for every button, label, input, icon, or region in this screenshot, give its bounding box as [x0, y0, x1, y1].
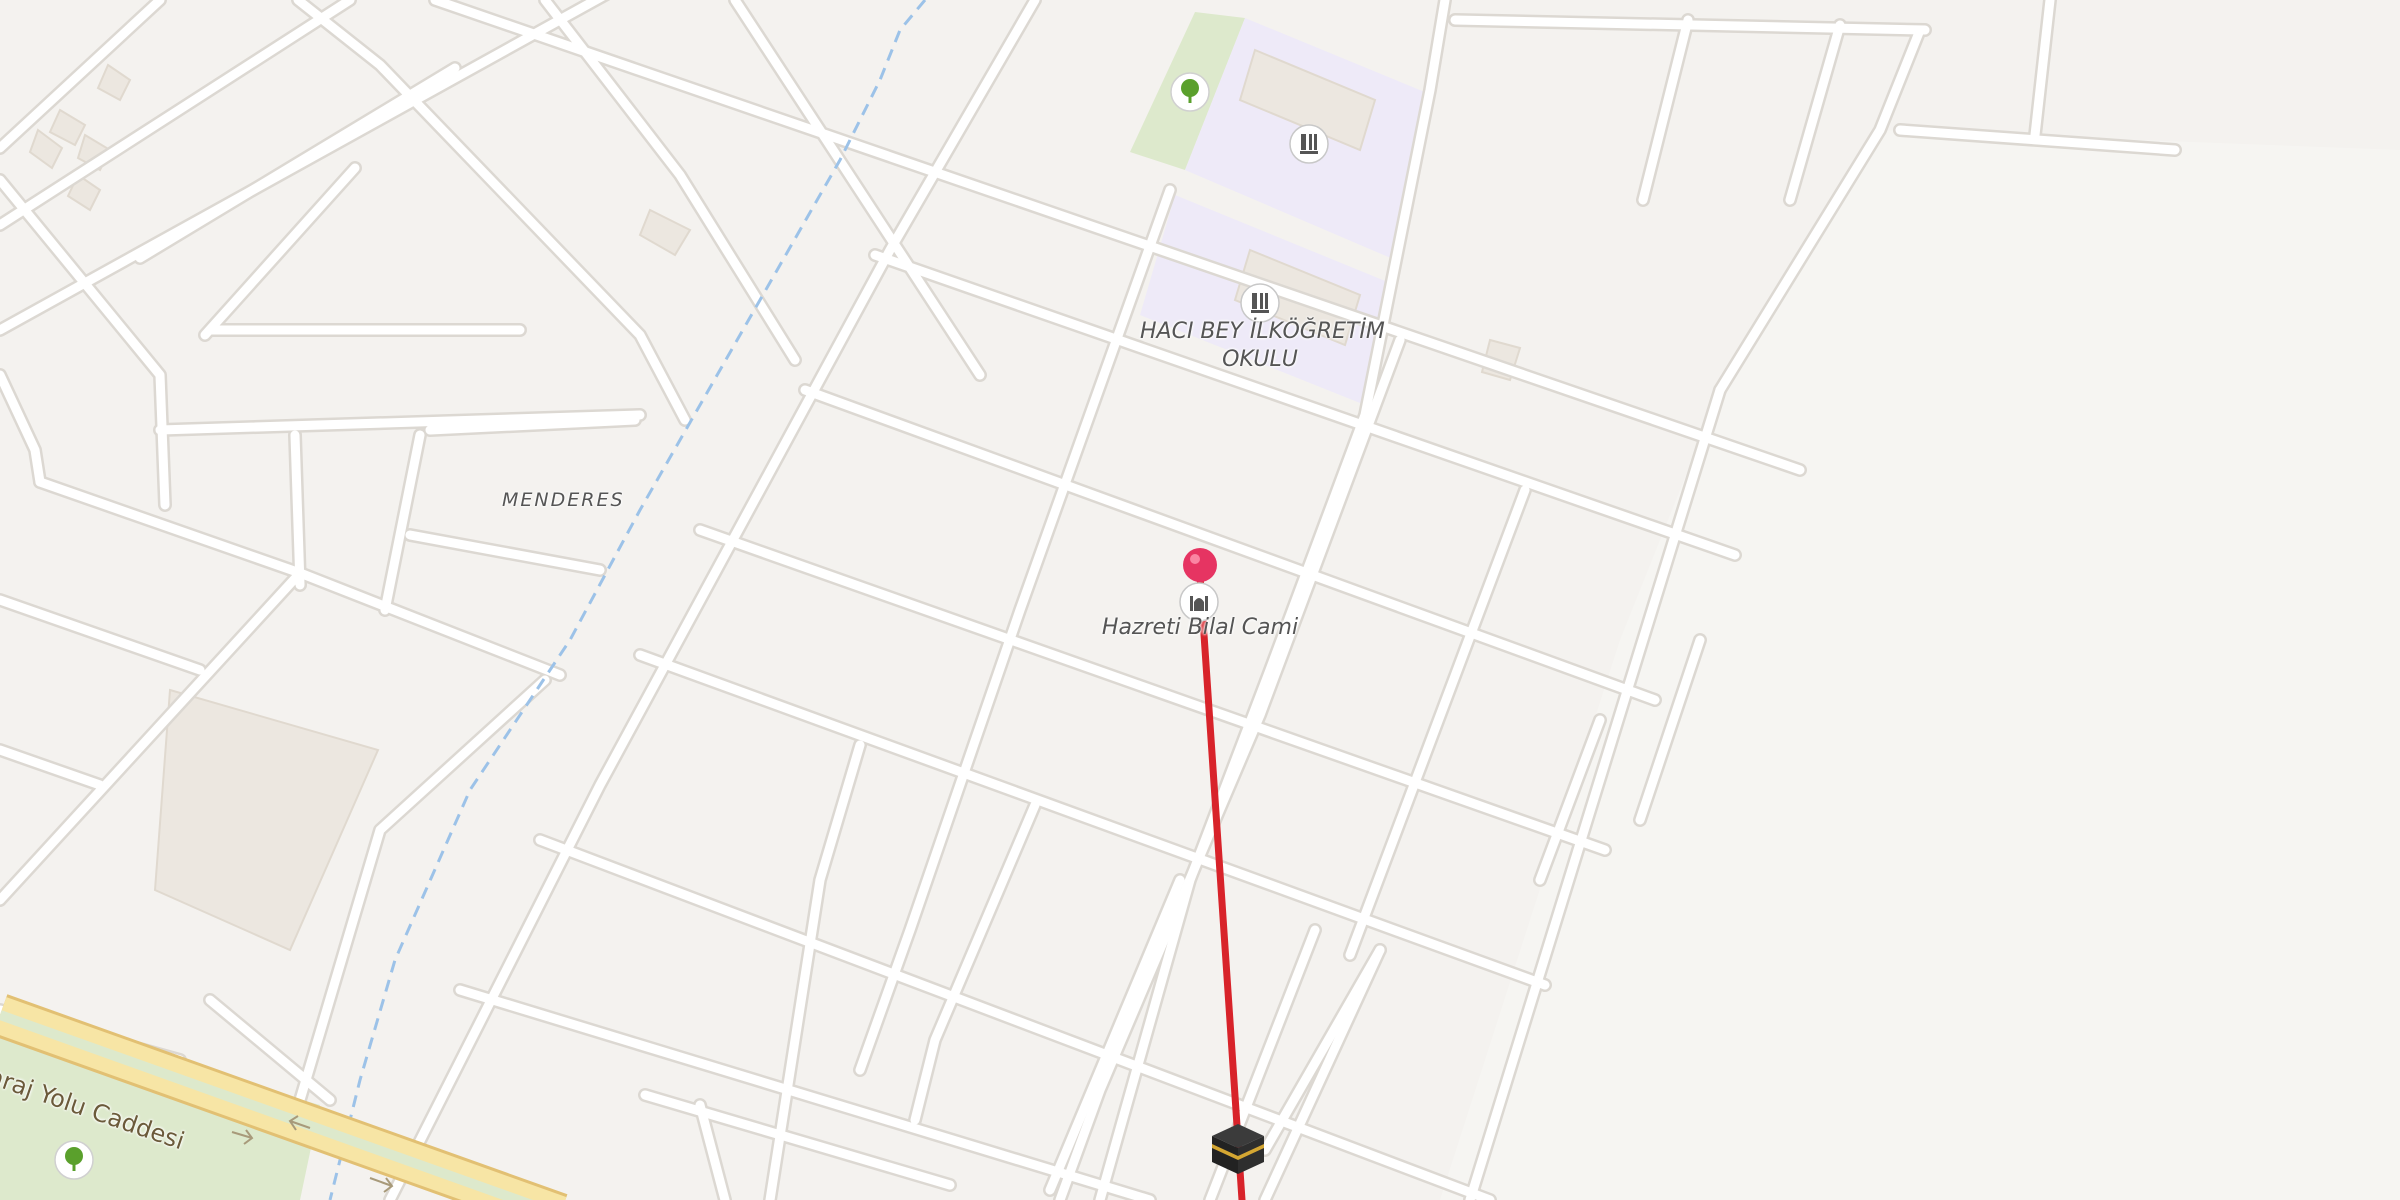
tree-icon[interactable] — [54, 1140, 94, 1180]
map-pin-icon[interactable] — [1183, 548, 1217, 582]
district-label: MENDERES — [502, 489, 625, 511]
tree-icon[interactable] — [1170, 72, 1210, 112]
school-label-line1: HACI BEY İLKÖĞRETİM — [1140, 319, 1385, 344]
map-canvas[interactable] — [0, 0, 2400, 1200]
school-icon[interactable] — [1240, 283, 1280, 323]
school-icon[interactable] — [1289, 124, 1329, 164]
mosque-label[interactable]: Hazreti Bilal Cami — [1100, 614, 1300, 642]
school-label-line2: OKULU — [1222, 347, 1298, 372]
school-label[interactable]: HACI BEY İLKÖĞRETİM OKULU — [1140, 318, 1385, 374]
